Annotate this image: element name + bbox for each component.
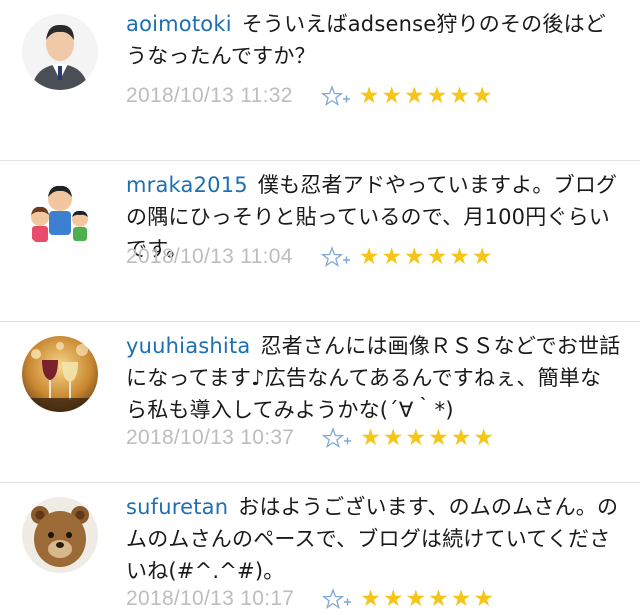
star-icon[interactable]: ★ [472,84,493,108]
comment-username[interactable]: aoimotoki [126,12,232,36]
comment-body: yuuhiashita 忍者さんには画像ＲＳＳなどでお世話になってます♪広告なんて… [126,330,622,426]
star-icon[interactable]: ★ [473,426,494,450]
star-icon[interactable]: ★ [404,245,425,269]
comment-item: mraka2015 僕も忍者アドやっていますよ。ブログの隅にひっそりと貼っているの… [0,161,640,322]
comment-meta: 2018/10/13 10:17 ★ ★ ★ ★ ★ ★ [126,583,622,615]
star-icon[interactable]: ★ [472,245,493,269]
comment-body: sufuretan おはようございます、のムのムさん。のムのムさんのペースで、ブロ… [126,491,622,587]
star-rating: ★ ★ ★ ★ ★ ★ [359,245,493,269]
star-icon[interactable]: ★ [449,84,470,108]
comment-username[interactable]: sufuretan [126,495,228,519]
comment-username[interactable]: mraka2015 [126,173,248,197]
star-icon[interactable]: ★ [428,587,449,611]
comment-body: aoimotoki そういえばadsense狩りのその後はどうなったんですか？ [126,8,622,72]
star-icon[interactable]: ★ [451,426,472,450]
comment-timestamp: 2018/10/13 10:17 [126,587,295,610]
star-rating: ★ ★ ★ ★ ★ ★ [359,84,493,108]
comment-meta: 2018/10/13 10:37 ★ ★ ★ ★ ★ ★ [126,422,622,454]
star-icon[interactable]: ★ [451,587,472,611]
star-icon[interactable]: ★ [381,245,402,269]
comment-meta: 2018/10/13 11:32 ★ ★ ★ ★ ★ ★ [126,80,622,112]
star-rating: ★ ★ ★ ★ ★ ★ [360,587,494,611]
comment-item: yuuhiashita 忍者さんには画像ＲＳＳなどでお世話になってます♪広告なんて… [0,322,640,483]
star-icon[interactable]: ★ [360,587,381,611]
star-icon[interactable]: ★ [404,84,425,108]
comment-timestamp: 2018/10/13 11:32 [126,84,293,107]
add-star-icon[interactable] [322,588,352,610]
add-star-icon[interactable] [320,85,351,107]
family-illustration-avatar[interactable] [22,175,98,251]
add-star-icon[interactable] [320,246,351,268]
star-icon[interactable]: ★ [473,587,494,611]
comment-item: sufuretan おはようございます、のムのムさん。のムのムさんのペースで、ブロ… [0,483,640,611]
wine-glasses-avatar[interactable] [22,336,98,412]
teddy-bear-avatar[interactable] [22,497,98,573]
add-star-icon[interactable] [322,427,352,449]
star-icon[interactable]: ★ [427,245,448,269]
star-icon[interactable]: ★ [381,84,402,108]
star-icon[interactable]: ★ [383,426,404,450]
star-icon[interactable]: ★ [449,245,470,269]
star-rating: ★ ★ ★ ★ ★ ★ [360,426,494,450]
comment-username[interactable]: yuuhiashita [126,334,250,358]
star-icon[interactable]: ★ [359,84,380,108]
comment-timestamp: 2018/10/13 10:37 [126,426,295,449]
comment-meta: 2018/10/13 11:04 ★ ★ ★ ★ ★ ★ [126,241,622,273]
star-icon[interactable]: ★ [359,245,380,269]
star-icon[interactable]: ★ [406,587,427,611]
star-icon[interactable]: ★ [427,84,448,108]
star-icon[interactable]: ★ [360,426,381,450]
man-in-suit-avatar[interactable] [22,14,98,90]
star-icon[interactable]: ★ [406,426,427,450]
star-icon[interactable]: ★ [383,587,404,611]
star-icon[interactable]: ★ [428,426,449,450]
comment-item: aoimotoki そういえばadsense狩りのその後はどうなったんですか？ 2… [0,0,640,161]
comment-timestamp: 2018/10/13 11:04 [126,245,293,268]
